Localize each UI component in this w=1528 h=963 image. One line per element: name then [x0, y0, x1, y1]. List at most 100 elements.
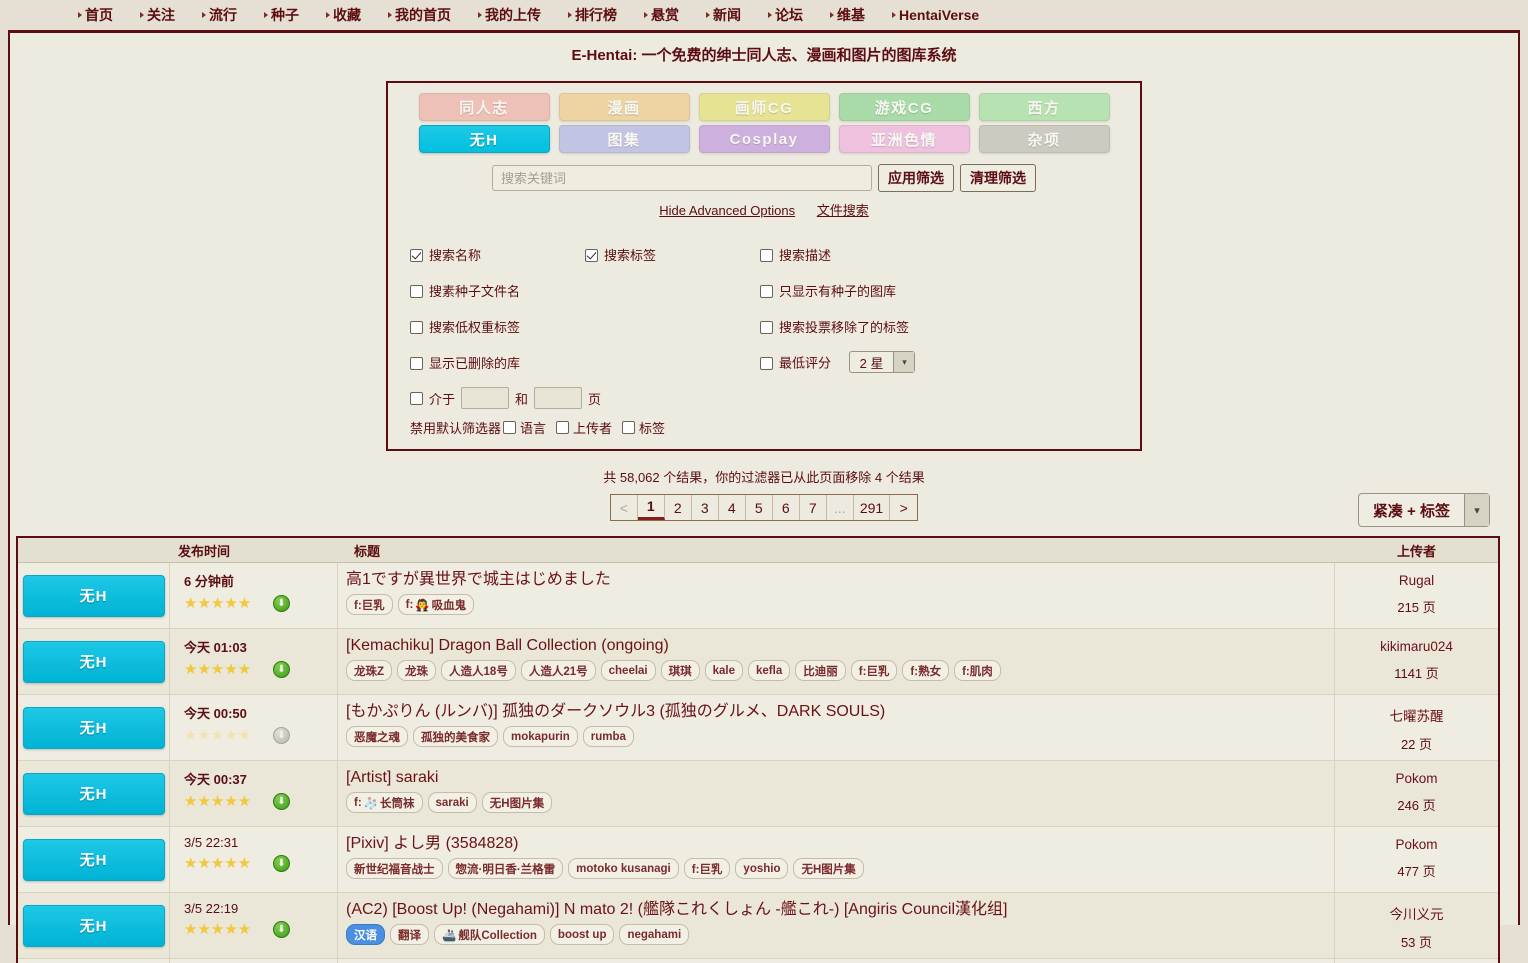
checkbox-disable-tag-filter[interactable]	[622, 421, 636, 434]
opt-show-expunged[interactable]: 显示已删除的库	[410, 353, 585, 372]
tag-chip[interactable]: f:巨乳	[346, 594, 393, 615]
tag-chip[interactable]: 龙珠Z	[346, 660, 393, 681]
pagination-7[interactable]: 7	[800, 495, 827, 520]
tag-chip[interactable]: yoshio	[735, 858, 789, 879]
gallery-title-link[interactable]: [もかぷりん (ルンバ)] 孤独のダークソウル3 (孤独のグルメ、DARK SO…	[346, 702, 1334, 722]
category-Cosplay[interactable]: Cosplay	[698, 125, 830, 153]
gallery-title-link[interactable]: [Artist] saraki	[346, 768, 1334, 788]
tag-chip[interactable]: 人造人18号	[441, 660, 516, 681]
checkbox-search-torrent-filename[interactable]	[410, 284, 423, 298]
category-杂项[interactable]: 杂项	[978, 125, 1110, 153]
uploader-name[interactable]: Pokom	[1335, 837, 1498, 852]
table-row[interactable]: 无H 3/5 22:19 ★★★★★ ★★★★★ ⬇ (AC2) [Boost Up! (…	[18, 893, 1498, 959]
pagination-x[interactable]: <	[611, 495, 638, 520]
uploader-name[interactable]: Pokom	[1335, 771, 1498, 786]
table-row[interactable]: 无H 今天 01:03 ★★★★★ ★★★★★ ⬇ [Kemachiku] Dragon …	[18, 629, 1498, 695]
pagination-4[interactable]: 4	[719, 495, 746, 520]
tag-chip[interactable]: 孤独的美食家	[413, 726, 498, 747]
tag-chip[interactable]: kefla	[748, 660, 791, 681]
tag-chip[interactable]: kale	[704, 660, 744, 681]
gallery-title-link[interactable]: [Pixiv] よし男 (3584828)	[346, 834, 1334, 854]
pagination-1[interactable]: 1	[637, 495, 665, 520]
nav-bounties[interactable]: 悬赏	[644, 5, 706, 25]
tag-chip[interactable]: 龙珠	[397, 660, 437, 681]
checkbox-minimum-rating[interactable]	[760, 356, 773, 370]
tag-chip[interactable]: 惣流·明日香·兰格雷	[447, 858, 564, 879]
tag-chip[interactable]: 恶魔之魂	[346, 726, 408, 747]
page-range-max-input[interactable]	[534, 387, 583, 409]
category-同人志[interactable]: 同人志	[418, 93, 550, 121]
tag-chip[interactable]: cheelai	[600, 660, 656, 681]
gallery-title-link[interactable]: [Kemachiku] Dragon Ball Collection (ongo…	[346, 636, 1334, 656]
tag-chip[interactable]: saraki	[427, 792, 477, 813]
table-row[interactable]: 无H 3/5 22:31 ★★★★★ ★★★★★ ⬇ [Pixiv] よし男 (35848…	[18, 827, 1498, 893]
category-badge[interactable]: 无H	[22, 640, 165, 683]
tag-chip[interactable]: negahami	[619, 924, 690, 945]
nav-wiki[interactable]: 维基	[830, 5, 892, 25]
uploader-name[interactable]: Rugal	[1335, 573, 1498, 588]
checkbox-only-torrent-galleries[interactable]	[760, 284, 773, 298]
nav-hentaiverse[interactable]: HentaiVerse	[892, 7, 1006, 23]
tag-chip[interactable]: 比迪丽	[795, 660, 846, 681]
pagination-xxx[interactable]: ...	[827, 495, 854, 520]
tag-chip[interactable]: 无H图片集	[793, 858, 864, 879]
uploader-name[interactable]: 七曜苏醒	[1335, 705, 1498, 725]
nav-forums[interactable]: 论坛	[768, 5, 830, 25]
opt-search-torrent-filename[interactable]: 搜素种子文件名	[410, 281, 585, 300]
pagination-291[interactable]: 291	[854, 495, 891, 520]
category-badge[interactable]: 无H	[22, 574, 165, 617]
checkbox-search-tags[interactable]	[585, 248, 598, 262]
tag-chip[interactable]: f:熟女	[902, 660, 950, 681]
uploader-name[interactable]: 今川义元	[1335, 903, 1498, 923]
table-row[interactable]: 无H 6 分钟前 ★★★★★ ★★★★★ ⬇ 高1ですが異世界で城主はじめました f:巨乳 f…	[18, 563, 1498, 629]
tag-chip[interactable]: f: 🧦 长筒袜	[346, 792, 423, 813]
download-icon[interactable]: ⬇	[273, 855, 290, 872]
clear-filter-button[interactable]: 清理筛选	[960, 164, 1036, 192]
nav-news[interactable]: 新闻	[706, 5, 768, 25]
tag-chip[interactable]: f:巨乳	[850, 660, 898, 681]
pagination-6[interactable]: 6	[773, 495, 800, 520]
minimum-rating-select[interactable]: 2 星 ▾	[848, 351, 916, 373]
category-游戏CG[interactable]: 游戏CG	[838, 93, 970, 121]
tag-chip[interactable]: motoko kusanagi	[568, 858, 679, 879]
category-badge[interactable]: 无H	[22, 706, 165, 749]
download-icon[interactable]: ⬇	[273, 793, 290, 810]
checkbox-search-downvoted-tags[interactable]	[760, 320, 773, 334]
tag-chip[interactable]: 无H图片集	[481, 792, 553, 813]
checkbox-disable-uploader-filter[interactable]	[556, 421, 570, 434]
category-badge[interactable]: 无H	[22, 838, 165, 881]
opt-search-name[interactable]: 搜索名称	[410, 245, 585, 264]
checkbox-search-description[interactable]	[760, 248, 773, 262]
hide-advanced-options-link[interactable]: Hide Advanced Options	[659, 203, 795, 218]
opt-only-torrent-galleries[interactable]: 只显示有种子的图库	[760, 281, 896, 300]
tag-chip[interactable]: f:肌肉	[954, 660, 1001, 681]
opt-search-tags[interactable]: 搜索标签	[585, 245, 760, 264]
page-range-min-input[interactable]	[461, 387, 510, 409]
opt-search-low-power-tags[interactable]: 搜索低权重标签	[410, 317, 585, 336]
nav-my-uploads[interactable]: 我的上传	[478, 5, 568, 25]
pagination-2[interactable]: 2	[665, 495, 692, 520]
tag-chip[interactable]: 翻译	[390, 924, 429, 945]
gallery-title-link[interactable]: (AC2) [Boost Up! (Negahami)] N mato 2! (…	[346, 900, 1334, 920]
table-row[interactable]: 无H3/5 22:17★★★★★★★★★★⬇(C96) [ブラック金魚 (みにま…	[18, 959, 1498, 963]
tag-chip[interactable]: 汉语	[346, 924, 385, 945]
display-mode-select[interactable]: 紧凑 + 标签 ▾	[1357, 493, 1490, 527]
apply-filter-button[interactable]: 应用筛选	[878, 164, 954, 192]
tag-chip[interactable]: mokapurin	[503, 726, 578, 747]
checkbox-disable-language-filter[interactable]	[503, 421, 517, 434]
nav-popular[interactable]: 流行	[202, 5, 264, 25]
tag-chip[interactable]: 🚢 舰队Collection	[434, 924, 545, 945]
pagination-x[interactable]: >	[890, 495, 917, 520]
nav-favorites[interactable]: 收藏	[326, 5, 388, 25]
search-input[interactable]	[492, 165, 872, 191]
category-画师CG[interactable]: 画师CG	[698, 93, 830, 121]
checkbox-show-expunged[interactable]	[410, 356, 423, 370]
category-无H[interactable]: 无H	[418, 125, 550, 153]
nav-torrents[interactable]: 种子	[264, 5, 326, 25]
opt-minimum-rating[interactable]: 最低评分 2 星 ▾	[760, 351, 916, 373]
file-search-link[interactable]: 文件搜索	[817, 203, 869, 218]
download-icon[interactable]: ⬇	[273, 595, 290, 612]
pagination-5[interactable]: 5	[746, 495, 773, 520]
nav-toplists[interactable]: 排行榜	[568, 5, 644, 25]
category-漫画[interactable]: 漫画	[558, 93, 690, 121]
